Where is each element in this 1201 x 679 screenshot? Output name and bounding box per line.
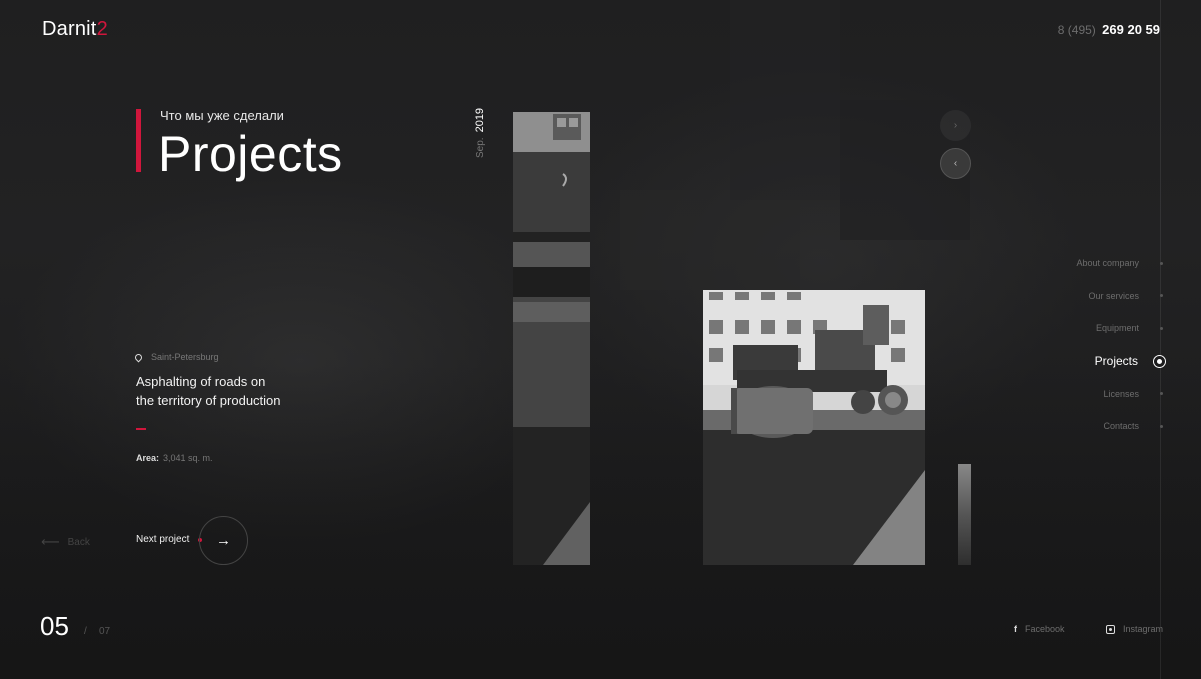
- title-accent-bar: [136, 109, 141, 172]
- chevron-left-icon: ‹: [953, 158, 958, 169]
- facebook-label: Facebook: [1025, 624, 1065, 634]
- page-title: Projects: [158, 126, 343, 182]
- nav-dot-icon: [1160, 294, 1163, 298]
- location-label: Saint-Petersburg: [151, 352, 219, 362]
- section-subtitle: Что мы уже сделали: [160, 108, 284, 123]
- project-name-line1: Asphalting of roads on: [136, 374, 266, 389]
- back-label: Back: [67, 536, 90, 548]
- back-button[interactable]: ⟵ Back: [41, 534, 90, 550]
- facebook-link[interactable]: f Facebook: [1014, 624, 1065, 634]
- chevron-right-icon: ›: [953, 120, 958, 131]
- project-area: Area: 3,041 sq. m.: [136, 453, 213, 463]
- nav-item-label: Licenses: [1103, 388, 1139, 399]
- logo-number: 2: [96, 18, 108, 40]
- slider-next-button[interactable]: ›: [940, 110, 971, 141]
- next-project-label[interactable]: Next project: [136, 534, 189, 545]
- slide-counter-current: 05: [40, 611, 69, 641]
- slider-prev-button[interactable]: ‹: [940, 148, 971, 179]
- logo-text: Darnit: [42, 18, 97, 40]
- nav-item-contacts[interactable]: Contacts: [1076, 410, 1163, 443]
- project-name: Asphalting of roads on the territory of …: [136, 372, 336, 410]
- nav-dot-icon: [1160, 424, 1163, 428]
- next-project-button[interactable]: →: [199, 516, 248, 565]
- project-photo-preview[interactable]: [958, 464, 971, 565]
- slide-counter-separator: /: [84, 626, 87, 637]
- nav-item-licenses[interactable]: Licenses: [1076, 377, 1163, 410]
- nav-item-projects[interactable]: Projects: [1076, 345, 1166, 378]
- nav-item-label: Contacts: [1103, 421, 1139, 432]
- nav-dot-icon: [1160, 261, 1163, 265]
- side-navigation: About company Our services Equipment Pro…: [1076, 247, 1166, 443]
- nav-item-label: About company: [1076, 258, 1139, 269]
- nav-item-about[interactable]: About company: [1076, 247, 1163, 280]
- location-pin-icon: [133, 352, 144, 362]
- project-location: Saint-Petersburg: [133, 352, 219, 362]
- nav-item-label: Equipment: [1095, 323, 1139, 334]
- area-value: 3,041 sq. m.: [163, 453, 213, 463]
- phone-main: 269 20 59: [1102, 22, 1160, 37]
- nav-item-equipment[interactable]: Equipment: [1076, 312, 1163, 345]
- nav-item-services[interactable]: Our services: [1076, 280, 1163, 313]
- nav-item-label: Our services: [1088, 290, 1139, 301]
- date-month: Sep.: [475, 137, 486, 158]
- slide-counter-total: 07: [99, 626, 111, 637]
- phone-number[interactable]: 8 (495) 269 20 59: [1058, 22, 1160, 37]
- accent-dash: [136, 428, 146, 430]
- arrow-left-icon: ⟵: [41, 534, 60, 549]
- background-building: [730, 0, 840, 200]
- phone-prefix: 8 (495): [1057, 23, 1096, 37]
- arrow-right-icon: →: [216, 532, 231, 549]
- nav-dot-icon: [1160, 326, 1163, 330]
- instagram-link[interactable]: Instagram: [1106, 624, 1163, 634]
- project-photo-strip: [513, 112, 590, 565]
- date-year: 2019: [474, 107, 486, 133]
- nav-item-label: Projects: [1094, 354, 1138, 369]
- nav-dot-icon: [1160, 392, 1163, 396]
- area-label: Area:: [136, 453, 160, 463]
- project-date: Sep. 2019: [474, 108, 486, 158]
- background-building: [620, 190, 800, 290]
- instagram-icon: [1106, 624, 1115, 634]
- project-name-line2: the territory of production: [136, 393, 281, 408]
- facebook-icon: f: [1014, 624, 1017, 634]
- project-photo-main: [703, 290, 925, 565]
- instagram-label: Instagram: [1123, 624, 1164, 634]
- nav-active-dot-icon: [1153, 354, 1166, 368]
- logo[interactable]: Darnit2: [42, 18, 108, 41]
